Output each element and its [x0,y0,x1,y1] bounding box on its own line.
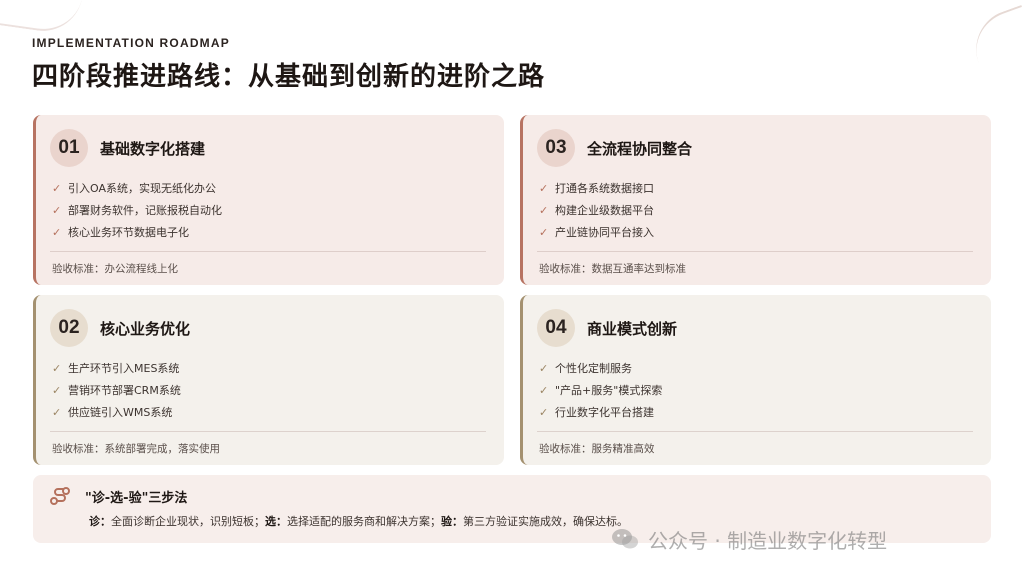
phase-title: 核心业务优化 [100,319,191,338]
corner-decoration-right [964,4,1024,64]
checkmark-icon: ✓ [539,405,549,419]
checkmark-icon: ✓ [52,383,62,397]
phase-title: 商业模式创新 [587,319,678,338]
acceptance-criteria: 验收标准：服务精准高效 [539,443,655,455]
phase-card-01: 01 基础数字化搭建 ✓ 引入OA系统，实现无纸化办公 ✓ 部署财务软件，记账报税自… [33,115,504,285]
card-divider [537,251,973,252]
step-text: 选择适配的服务商和解决方案； [287,515,441,528]
list-item-text: 供应链引入WMS系统 [68,406,173,419]
list-item-text: 核心业务环节数据电子化 [68,226,189,239]
acceptance-criteria: 验收标准：办公流程线上化 [52,263,178,275]
step-key: 验： [441,515,463,528]
list-item: ✓ 部署财务软件，记账报税自动化 [52,199,488,221]
wechat-icon [612,529,638,549]
card-divider [50,431,486,432]
watermark: 公众号 · 制造业数字化转型 [610,522,1010,556]
list-item-text: "产品+服务"模式探索 [555,384,663,397]
route-icon [50,487,70,505]
list-item: ✓ 引入OA系统，实现无纸化办公 [52,177,488,199]
corner-decoration-left [0,0,83,37]
phase-item-list: ✓ 个性化定制服务 ✓ "产品+服务"模式探索 ✓ 行业数字化平台搭建 [539,357,975,423]
phase-item-list: ✓ 生产环节引入MES系统 ✓ 营销环节部署CRM系统 ✓ 供应链引入WMS系统 [52,357,488,423]
phase-title: 全流程协同整合 [587,139,693,158]
checkmark-icon: ✓ [52,225,62,239]
phase-card-02: 02 核心业务优化 ✓ 生产环节引入MES系统 ✓ 营销环节部署CRM系统 ✓ 供应链… [33,295,504,465]
step-key: 选： [265,515,287,528]
checkmark-icon: ✓ [539,361,549,375]
checkmark-icon: ✓ [539,181,549,195]
phase-title: 基础数字化搭建 [100,139,206,158]
method-header: "诊-选-验"三步法 [49,485,975,507]
phase-card-header: 03 全流程协同整合 [537,129,975,167]
list-item-text: 部署财务软件，记账报税自动化 [68,204,222,217]
phase-item-list: ✓ 引入OA系统，实现无纸化办公 ✓ 部署财务软件，记账报税自动化 ✓ 核心业务环节数… [52,177,488,243]
phase-card-header: 01 基础数字化搭建 [50,129,488,167]
acceptance-criteria: 验收标准：系统部署完成，落实使用 [52,443,220,455]
list-item-text: 营销环节部署CRM系统 [68,384,181,397]
eyebrow-label: IMPLEMENTATION ROADMAP [32,36,230,50]
checkmark-icon: ✓ [52,361,62,375]
list-item: ✓ "产品+服务"模式探索 [539,379,975,401]
list-item-text: 产业链协同平台接入 [555,226,654,239]
phase-number-badge: 04 [537,309,575,347]
list-item-text: 打通各系统数据接口 [555,182,654,195]
step-text: 第三方验证实施成效，确保达标。 [463,515,628,528]
list-item: ✓ 构建企业级数据平台 [539,199,975,221]
list-item-text: 构建企业级数据平台 [555,204,654,217]
phase-card-header: 04 商业模式创新 [537,309,975,347]
checkmark-icon: ✓ [539,203,549,217]
step-text: 全面诊断企业现状，识别短板； [111,515,265,528]
phase-number-badge: 01 [50,129,88,167]
list-item: ✓ 核心业务环节数据电子化 [52,221,488,243]
phase-number-badge: 02 [50,309,88,347]
page-title: 四阶段推进路线：从基础到创新的进阶之路 [32,62,546,92]
card-divider [50,251,486,252]
list-item: ✓ 产业链协同平台接入 [539,221,975,243]
method-title: "诊-选-验"三步法 [85,490,188,506]
list-item: ✓ 供应链引入WMS系统 [52,401,488,423]
watermark-text: 公众号 · 制造业数字化转型 [648,528,888,553]
step-key: 诊： [89,515,111,528]
checkmark-icon: ✓ [52,405,62,419]
list-item: ✓ 打通各系统数据接口 [539,177,975,199]
checkmark-icon: ✓ [52,181,62,195]
list-item: ✓ 生产环节引入MES系统 [52,357,488,379]
list-item: ✓ 个性化定制服务 [539,357,975,379]
acceptance-criteria: 验收标准：数据互通率达到标准 [539,263,686,275]
phase-item-list: ✓ 打通各系统数据接口 ✓ 构建企业级数据平台 ✓ 产业链协同平台接入 [539,177,975,243]
phase-card-04: 04 商业模式创新 ✓ 个性化定制服务 ✓ "产品+服务"模式探索 ✓ 行业数字化平台… [520,295,991,465]
list-item-text: 个性化定制服务 [555,362,632,375]
checkmark-icon: ✓ [52,203,62,217]
list-item-text: 引入OA系统，实现无纸化办公 [68,182,216,195]
checkmark-icon: ✓ [539,225,549,239]
list-item-text: 行业数字化平台搭建 [555,406,654,419]
list-item: ✓ 行业数字化平台搭建 [539,401,975,423]
phase-card-03: 03 全流程协同整合 ✓ 打通各系统数据接口 ✓ 构建企业级数据平台 ✓ 产业链协同平… [520,115,991,285]
phase-card-header: 02 核心业务优化 [50,309,488,347]
list-item: ✓ 营销环节部署CRM系统 [52,379,488,401]
checkmark-icon: ✓ [539,383,549,397]
card-divider [537,431,973,432]
list-item-text: 生产环节引入MES系统 [68,362,180,375]
phase-number-badge: 03 [537,129,575,167]
